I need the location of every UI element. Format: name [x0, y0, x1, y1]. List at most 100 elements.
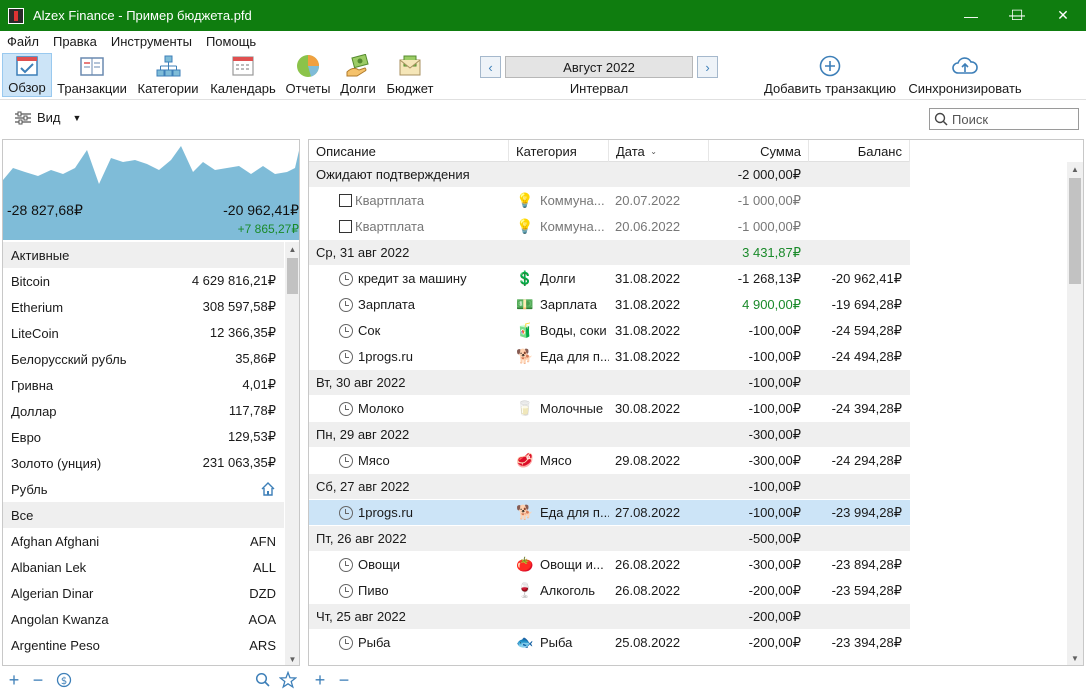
transaction-sum: -300,00₽	[748, 556, 801, 572]
account-row[interactable]: Etherium 308 597,58₽	[3, 294, 284, 320]
transaction-sum: -1 268,13₽	[737, 270, 801, 286]
view-menu-button[interactable]: Вид ▼	[14, 110, 81, 125]
close-button[interactable]: ✕	[1040, 0, 1086, 31]
transaction-date: 20.06.2022	[615, 219, 681, 234]
date-group-row[interactable]: Ср, 31 авг 2022 3 431,87₽	[309, 240, 910, 266]
category-icon: 💲	[516, 270, 534, 286]
exchange-icon[interactable]: $	[54, 670, 74, 690]
search-input[interactable]	[952, 111, 1072, 127]
account-row[interactable]: Евро 129,53₽	[3, 424, 284, 450]
currency-row[interactable]: Afghan Afghani AFN	[3, 528, 284, 554]
accounts-scrollbar[interactable]: ▲ ▼	[285, 242, 299, 665]
scroll-down-icon[interactable]: ▼	[1067, 651, 1083, 665]
table-body: Ожидают подтверждения -2 000,00₽ Квартплат…	[309, 162, 910, 656]
currency-row[interactable]: Albanian Lek ALL	[3, 554, 284, 580]
transaction-row[interactable]: Овощи 🍅 Овощи и... 26.08.2022 -300,00₽ -23 89…	[309, 552, 910, 578]
scroll-up-icon[interactable]: ▲	[285, 242, 299, 256]
table-scrollbar[interactable]: ▲ ▼	[1067, 162, 1083, 665]
transaction-row[interactable]: Пиво 🍷 Алкоголь 26.08.2022 -200,00₽ -23 594,2…	[309, 578, 910, 604]
search-icon[interactable]	[253, 670, 273, 690]
remove-account-icon[interactable]: −	[28, 670, 48, 690]
scroll-thumb[interactable]	[1069, 178, 1081, 284]
column-balance[interactable]: Баланс	[809, 140, 910, 162]
transaction-category: 🥛 Молочные	[509, 396, 609, 422]
transaction-row[interactable]: Сок 🧃 Воды, соки 31.08.2022 -100,00₽ -24 594,…	[309, 318, 910, 344]
confirm-checkbox[interactable]	[339, 220, 352, 233]
account-row[interactable]: Белорусский рубль 35,86₽	[3, 346, 284, 372]
budget-button[interactable]: Бюджет	[384, 53, 436, 97]
categories-button[interactable]: Категории	[134, 53, 202, 97]
scroll-up-icon[interactable]: ▲	[1067, 162, 1083, 176]
date-group-row[interactable]: Пн, 29 авг 2022 -300,00₽	[309, 422, 910, 448]
transactions-button[interactable]: Транзакции	[56, 53, 128, 97]
date-group-row[interactable]: Вт, 30 авг 2022 -100,00₽	[309, 370, 910, 396]
account-row[interactable]: Bitcoin 4 629 816,21₽	[3, 268, 284, 294]
title-bar: Alzex Finance - Пример бюджета.pfd —	[0, 0, 1086, 31]
group-balance	[809, 474, 910, 500]
date-group-row[interactable]: Чт, 25 авг 2022 -200,00₽	[309, 604, 910, 630]
date-group-row[interactable]: Сб, 27 авг 2022 -100,00₽	[309, 474, 910, 500]
sync-button[interactable]: Синхронизировать	[906, 53, 1024, 97]
transaction-row[interactable]: Рыба 🐟 Рыба 25.08.2022 -200,00₽ -23 394,28₽	[309, 630, 910, 656]
debts-button[interactable]: Долги	[336, 53, 380, 97]
menu-help[interactable]: Помощь	[199, 34, 263, 49]
next-period-button[interactable]: ›	[697, 56, 718, 78]
date-group-row[interactable]: Ожидают подтверждения -2 000,00₽	[309, 162, 910, 188]
period-month[interactable]: Август 2022	[505, 56, 693, 78]
sync-label: Синхронизировать	[908, 81, 1022, 96]
currency-row[interactable]: Algerian Dinar DZD	[3, 580, 284, 606]
reports-button[interactable]: Отчеты	[284, 53, 332, 97]
transaction-row[interactable]: Мясо 🥩 Мясо 29.08.2022 -300,00₽ -24 294,28₽	[309, 448, 910, 474]
menu-edit[interactable]: Правка	[46, 34, 104, 49]
transaction-row[interactable]: Зарплата 💵 Зарплата 31.08.2022 4 900,00₽ -19 …	[309, 292, 910, 318]
transaction-description: Мясо	[309, 448, 509, 474]
currency-row[interactable]: Argentine Peso ARS	[3, 632, 284, 658]
pending-transaction-row[interactable]: Квартплата 💡 Коммуна... 20.07.2022 -1 000,00…	[309, 188, 910, 214]
search-box[interactable]	[929, 108, 1079, 130]
add-transaction-icon[interactable]: +	[310, 670, 330, 690]
pending-transaction-row[interactable]: Квартплата 💡 Коммуна... 20.06.2022 -1 000,00…	[309, 214, 910, 240]
search-icon	[934, 112, 948, 126]
account-row[interactable]: Доллар 117,78₽	[3, 398, 284, 424]
account-row[interactable]: Золото (унция) 231 063,35₽	[3, 450, 284, 476]
add-account-icon[interactable]: +	[4, 670, 24, 690]
column-description[interactable]: Описание	[309, 140, 509, 162]
remove-transaction-icon[interactable]: −	[334, 670, 354, 690]
debts-label: Долги	[340, 81, 376, 96]
transaction-date: 27.08.2022	[615, 505, 681, 520]
add-transaction-button[interactable]: Добавить транзакцию	[762, 53, 898, 97]
category-icon: 💡	[516, 192, 534, 208]
transaction-row[interactable]: 1progs.ru 🐕 Еда для п... 27.08.2022 -100,00₽…	[309, 500, 910, 526]
maximize-button[interactable]: ☐	[994, 0, 1040, 31]
balance-delta: +7 865,27₽	[237, 222, 299, 236]
menu-file[interactable]: Файл	[0, 34, 46, 49]
transaction-sum: -100,00₽	[748, 322, 801, 338]
date-group-row[interactable]: Пт, 26 авг 2022 -500,00₽	[309, 526, 910, 552]
currency-row[interactable]: Angolan Kwanza AOA	[3, 606, 284, 632]
minimize-button[interactable]: —	[948, 0, 994, 31]
all-accounts-header[interactable]: Все	[3, 502, 284, 528]
account-row[interactable]: Рубль	[3, 476, 284, 502]
star-icon[interactable]	[278, 670, 298, 690]
column-category[interactable]: Категория	[509, 140, 609, 162]
previous-period-button[interactable]: ‹	[480, 56, 501, 78]
transaction-row[interactable]: Молоко 🥛 Молочные 30.08.2022 -100,00₽ -24 394…	[309, 396, 910, 422]
account-row[interactable]: Гривна 4,01₽	[3, 372, 284, 398]
clock-icon	[339, 635, 353, 650]
transaction-row[interactable]: кредит за машину 💲 Долги 31.08.2022 -1 268,1…	[309, 266, 910, 292]
confirm-checkbox[interactable]	[339, 194, 352, 207]
active-accounts-header[interactable]: Активные	[3, 242, 284, 268]
transaction-category: 💲 Долги	[509, 266, 609, 292]
transaction-row[interactable]: 1progs.ru 🐕 Еда для п... 31.08.2022 -100,00₽…	[309, 344, 910, 370]
menu-tools[interactable]: Инструменты	[104, 34, 199, 49]
column-sum[interactable]: Сумма	[709, 140, 809, 162]
pie-chart-icon	[294, 53, 322, 79]
transaction-category: 🐟 Рыба	[509, 630, 609, 656]
scroll-down-icon[interactable]: ▼	[285, 652, 299, 665]
column-date[interactable]: Дата ⌄	[609, 140, 709, 162]
overview-button[interactable]: Обзор	[2, 53, 52, 97]
overview-label: Обзор	[8, 80, 46, 95]
scroll-thumb[interactable]	[287, 258, 298, 294]
account-row[interactable]: LiteCoin 12 366,35₽	[3, 320, 284, 346]
calendar-button[interactable]: Календарь	[208, 53, 278, 97]
